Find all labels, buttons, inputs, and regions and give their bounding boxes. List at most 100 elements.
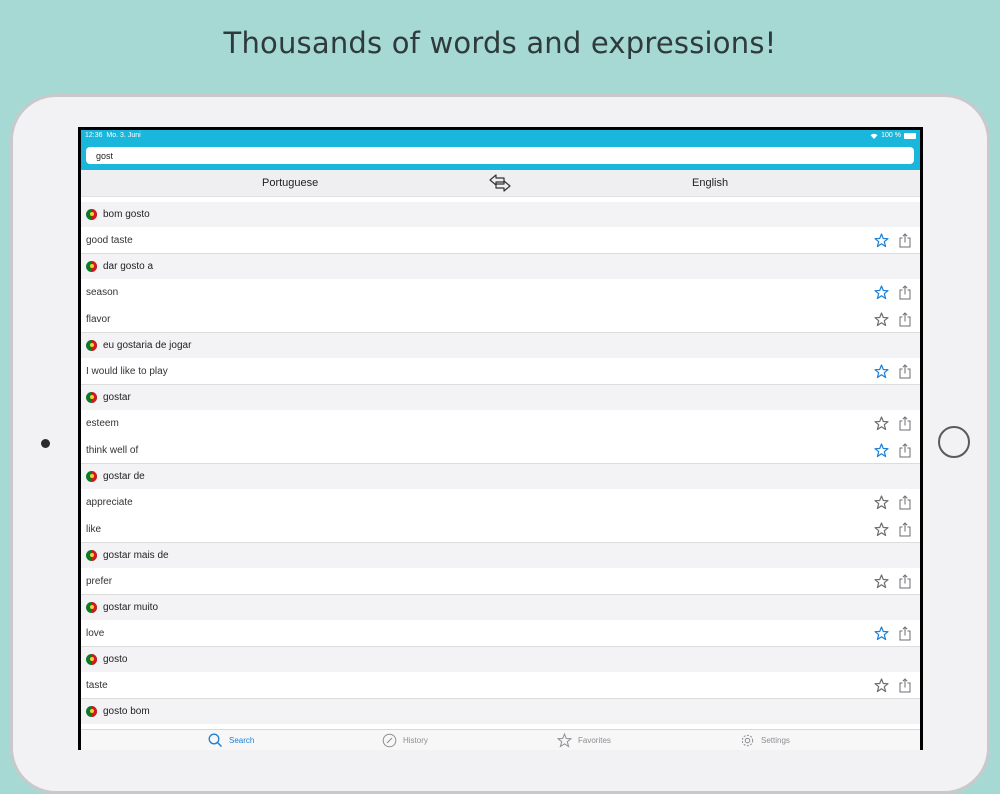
tab-settings[interactable]: Settings [740, 733, 790, 748]
entry-header[interactable]: eu gostaria de jogar [81, 333, 920, 358]
entry-header[interactable]: gostar de [81, 464, 920, 489]
status-bar: 12:36 Mo. 3. Juni 100 % [81, 130, 920, 142]
entry-header[interactable]: gosto [81, 647, 920, 672]
share-icon[interactable] [899, 574, 911, 589]
translation-text: flavor [86, 314, 111, 325]
share-icon[interactable] [899, 626, 911, 641]
headline: Thousands of words and expressions! [223, 26, 777, 60]
portugal-flag-icon [86, 706, 97, 717]
translation-text: season [86, 287, 119, 298]
portugal-flag-icon [86, 654, 97, 665]
portugal-flag-icon [86, 602, 97, 613]
tab-search[interactable]: Search [208, 733, 254, 748]
share-icon[interactable] [899, 312, 911, 327]
tab-favorites[interactable]: Favorites [557, 733, 611, 748]
tab-search-label: Search [229, 736, 255, 745]
tab-history-label: History [403, 736, 428, 745]
entry-header[interactable]: gostar [81, 385, 920, 410]
entry-term: gostar [103, 392, 131, 403]
search-icon [208, 733, 222, 747]
home-button[interactable] [938, 426, 970, 458]
results-list: bom gosto good taste dar gosto a season flav… [81, 202, 920, 724]
tab-history[interactable]: History [382, 733, 428, 748]
share-icon[interactable] [899, 443, 911, 458]
status-clock: 12:36 [85, 132, 103, 139]
translation-text: love [86, 628, 105, 639]
share-icon[interactable] [899, 285, 911, 300]
share-icon[interactable] [899, 416, 911, 431]
translation-row[interactable]: esteem [81, 410, 920, 437]
share-icon[interactable] [899, 522, 911, 537]
entry-header[interactable]: gostar mais de [81, 543, 920, 568]
translation-row[interactable]: think well of [81, 437, 920, 464]
portugal-flag-icon [86, 340, 97, 351]
translation-text: good taste [86, 235, 133, 246]
compass-icon [382, 733, 397, 748]
portugal-flag-icon [86, 392, 97, 403]
favorite-star-icon[interactable] [874, 285, 889, 300]
favorite-star-icon[interactable] [874, 678, 889, 693]
translation-row[interactable]: flavor [81, 306, 920, 333]
entry-header[interactable]: dar gosto a [81, 254, 920, 279]
translation-text: like [86, 524, 102, 535]
tab-favorites-label: Favorites [578, 736, 611, 745]
entry-term: gosto [103, 654, 128, 665]
favorite-star-icon[interactable] [874, 364, 889, 379]
favorite-star-icon[interactable] [874, 312, 889, 327]
status-time: 12:36 Mo. 3. Juni [85, 132, 141, 139]
star-icon [557, 733, 572, 748]
entry-header[interactable]: bom gosto [81, 202, 920, 227]
target-language[interactable]: English [692, 177, 728, 189]
favorite-star-icon[interactable] [874, 495, 889, 510]
language-bar: Portuguese English [81, 170, 920, 197]
battery-icon [904, 132, 916, 139]
translation-text: taste [86, 680, 108, 691]
favorite-star-icon[interactable] [874, 443, 889, 458]
favorite-star-icon[interactable] [874, 233, 889, 248]
wifi-icon [870, 133, 878, 139]
app-screen: 12:36 Mo. 3. Juni 100 % Portuguese Engli… [81, 130, 920, 750]
portugal-flag-icon [86, 550, 97, 561]
share-icon[interactable] [899, 495, 911, 510]
translation-row[interactable]: taste [81, 672, 920, 699]
source-language[interactable]: Portuguese [262, 177, 318, 189]
favorite-star-icon[interactable] [874, 416, 889, 431]
translation-row[interactable]: like [81, 516, 920, 543]
search-input[interactable] [86, 147, 914, 164]
translation-row[interactable]: prefer [81, 568, 920, 595]
translation-text: I would like to play [86, 366, 168, 377]
share-icon[interactable] [899, 364, 911, 379]
entry-term: eu gostaria de jogar [103, 340, 192, 351]
share-icon[interactable] [899, 678, 911, 693]
entry-header[interactable]: gosto bom [81, 699, 920, 724]
entry-term: dar gosto a [103, 261, 154, 272]
entry-term: gostar de [103, 471, 145, 482]
favorite-star-icon[interactable] [874, 574, 889, 589]
gear-icon [741, 734, 754, 747]
entry-term: gostar muito [103, 602, 159, 613]
battery-percent: 100 % [881, 132, 901, 139]
translation-row[interactable]: season [81, 279, 920, 306]
translation-row[interactable]: love [81, 620, 920, 647]
translation-text: esteem [86, 418, 119, 429]
entry-term: gostar mais de [103, 550, 169, 561]
swap-languages-icon[interactable] [488, 174, 512, 192]
camera-dot [41, 439, 50, 448]
translation-row[interactable]: I would like to play [81, 358, 920, 385]
status-date: Mo. 3. Juni [106, 132, 141, 139]
share-icon[interactable] [899, 233, 911, 248]
favorite-star-icon[interactable] [874, 522, 889, 537]
entry-term: gosto bom [103, 706, 150, 717]
entry-header[interactable]: gostar muito [81, 595, 920, 620]
favorite-star-icon[interactable] [874, 626, 889, 641]
tab-settings-label: Settings [761, 736, 790, 745]
portugal-flag-icon [86, 209, 97, 220]
translation-row[interactable]: good taste [81, 227, 920, 254]
translation-text: prefer [86, 576, 113, 587]
translation-row[interactable]: appreciate [81, 489, 920, 516]
top-bar: 12:36 Mo. 3. Juni 100 % [81, 130, 920, 170]
entry-term: bom gosto [103, 209, 150, 220]
translation-text: appreciate [86, 497, 133, 508]
portugal-flag-icon [86, 471, 97, 482]
portugal-flag-icon [86, 261, 97, 272]
